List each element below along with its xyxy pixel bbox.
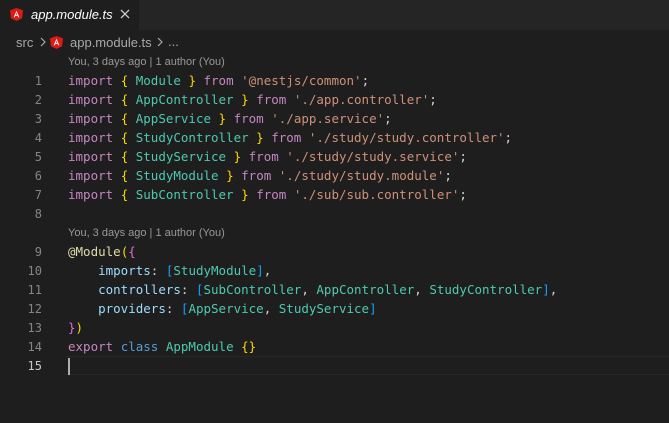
line-number: 5 [34, 150, 42, 164]
code-line: export class AppModule {} [68, 339, 257, 354]
line-number: 1 [34, 74, 42, 88]
line-number: 6 [34, 169, 42, 183]
code-line: import { SubController } from './sub/sub… [68, 187, 467, 202]
breadcrumb-folder[interactable]: src [16, 35, 33, 50]
code-line: controllers: [SubController, AppControll… [98, 282, 558, 297]
code-line: providers: [AppService, StudyService] [98, 301, 377, 316]
breadcrumb: src app.module.ts ... [0, 30, 669, 54]
angular-icon [50, 36, 63, 49]
line-number: 10 [27, 264, 42, 278]
chevron-right-icon [40, 37, 46, 47]
angular-icon [10, 8, 23, 21]
editor-tab-bar: app.module.ts [0, 0, 669, 30]
current-line-highlight [66, 356, 669, 375]
code-line: import { AppController } from './app.con… [68, 92, 437, 107]
text-cursor [68, 358, 70, 375]
code-line: @Module({ [68, 244, 136, 259]
code-line: imports: [StudyModule], [98, 263, 272, 278]
line-number: 14 [27, 340, 42, 354]
breadcrumb-file[interactable]: app.module.ts [70, 35, 152, 50]
codelens-blame[interactable]: You, 3 days ago | 1 author (You) [68, 56, 225, 68]
codelens-blame[interactable]: You, 3 days ago | 1 author (You) [68, 227, 225, 239]
line-number: 9 [34, 245, 42, 259]
code-line: import { StudyService } from './study/st… [68, 149, 467, 164]
line-number: 2 [34, 93, 42, 107]
line-number: 11 [27, 283, 42, 297]
line-number: 8 [34, 207, 42, 221]
tab-app-module[interactable]: app.module.ts [0, 0, 139, 30]
breadcrumb-more[interactable]: ... [168, 34, 179, 49]
code-line: import { AppService } from './app.servic… [68, 111, 392, 126]
close-icon[interactable] [117, 6, 133, 22]
tab-title: app.module.ts [31, 7, 113, 22]
line-number: 7 [34, 188, 42, 202]
code-line: import { StudyController } from './study… [68, 130, 513, 145]
line-number-active: 15 [27, 359, 42, 373]
line-number: 4 [34, 131, 42, 145]
code-line: import { StudyModule } from './study/stu… [68, 168, 452, 183]
line-number: 3 [34, 112, 42, 126]
chevron-right-icon [157, 37, 163, 47]
code-line: import { Module } from '@nestjs/common'; [68, 73, 370, 88]
line-number: 12 [27, 302, 42, 316]
code-line: }) [68, 320, 84, 335]
code-editor[interactable]: You, 3 days ago | 1 author (You) You, 3 … [0, 54, 669, 423]
line-number: 13 [27, 321, 42, 335]
